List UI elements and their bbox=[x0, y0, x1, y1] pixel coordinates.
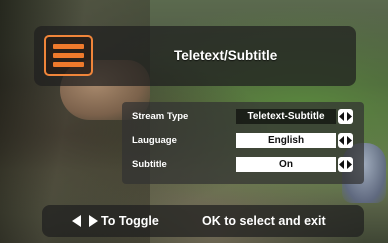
menu-line bbox=[53, 62, 84, 67]
help-bar: To Toggle OK to select and exit bbox=[42, 205, 364, 237]
menu-line bbox=[53, 44, 84, 49]
hamburger-menu-icon[interactable] bbox=[44, 35, 93, 76]
title-bar: Teletext/Subtitle bbox=[34, 26, 356, 86]
toggle-hint-text: To Toggle bbox=[101, 214, 159, 228]
setting-label: Stream Type bbox=[132, 111, 189, 122]
ok-hint-text: OK to select and exit bbox=[202, 214, 326, 228]
setting-label: Subtitle bbox=[132, 159, 167, 170]
left-right-arrow-icon bbox=[72, 215, 98, 227]
left-right-toggle-icon[interactable] bbox=[338, 109, 353, 124]
toggle-hint: To Toggle bbox=[72, 214, 159, 228]
menu-line bbox=[53, 53, 84, 58]
page-title: Teletext/Subtitle bbox=[174, 48, 278, 63]
left-right-toggle-icon[interactable] bbox=[338, 157, 353, 172]
setting-row-subtitle[interactable]: Subtitle On bbox=[122, 156, 364, 174]
setting-value[interactable]: English bbox=[236, 133, 336, 148]
setting-value[interactable]: On bbox=[236, 157, 336, 172]
left-right-toggle-icon[interactable] bbox=[338, 133, 353, 148]
video-background: Teletext/Subtitle Stream Type Teletext-S… bbox=[0, 0, 388, 243]
setting-row-stream-type[interactable]: Stream Type Teletext-Subtitle bbox=[122, 108, 364, 126]
setting-row-language[interactable]: Lauguage English bbox=[122, 132, 364, 150]
setting-value[interactable]: Teletext-Subtitle bbox=[236, 109, 336, 124]
setting-label: Lauguage bbox=[132, 135, 177, 146]
settings-panel: Stream Type Teletext-Subtitle Lauguage E… bbox=[122, 102, 364, 184]
